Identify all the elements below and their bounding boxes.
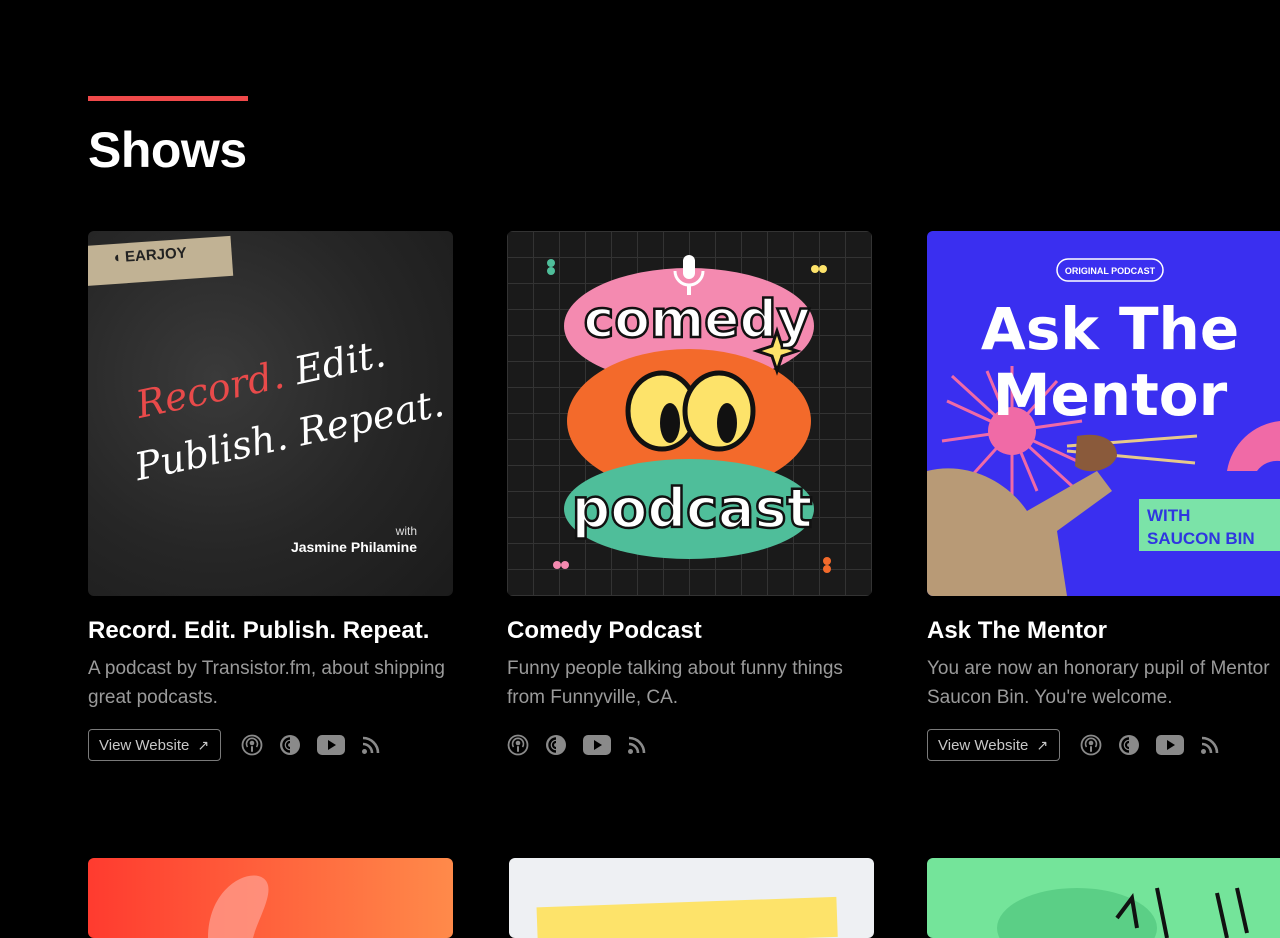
rss-icon[interactable]: [1200, 735, 1220, 755]
pocket-casts-icon[interactable]: [279, 734, 301, 756]
show-cover-art[interactable]: comedy podcast: [507, 231, 872, 596]
show-cover-art[interactable]: [509, 858, 874, 938]
cover-word-podcast: podcast: [572, 477, 813, 540]
show-cover-art[interactable]: [88, 858, 453, 938]
cover-with: with: [395, 524, 417, 538]
cover-badge: ORIGINAL PODCAST: [1065, 266, 1156, 276]
cover-title-line1: Ask The: [981, 295, 1239, 363]
cover-word-comedy: comedy: [583, 290, 810, 350]
cover-with-label: WITH: [1147, 506, 1190, 525]
arrow-up-right-icon: ↗: [197, 736, 210, 753]
view-website-button[interactable]: View Website ↗: [88, 729, 222, 761]
youtube-icon[interactable]: [583, 735, 611, 755]
platform-links: [1080, 734, 1220, 756]
show-description: You are now an honorary pupil of Mentor …: [927, 658, 1270, 708]
apple-podcasts-icon[interactable]: [507, 734, 529, 756]
show-actions: [507, 729, 647, 761]
cover-shape: [536, 896, 838, 938]
cover-shape: [208, 875, 269, 938]
show-description: Funny people talking about funny things …: [507, 658, 843, 708]
comedy-cover-illustration: comedy podcast: [547, 255, 831, 573]
show-description: A podcast by Transistor.fm, about shippi…: [88, 658, 445, 708]
show-cover-art[interactable]: ORIGINAL PODCAST Ask The Mentor WITH SAU…: [927, 231, 1280, 596]
page-title: Shows: [88, 122, 247, 178]
cover-host-name: SAUCON BIN: [1147, 529, 1255, 548]
pocket-casts-icon[interactable]: [545, 734, 567, 756]
show-cover-art[interactable]: ◖ EARJOY Record. Edit. Publish. Repeat. w…: [88, 231, 453, 596]
arrow-up-right-icon: ↗: [1036, 736, 1049, 753]
show-actions: View Website ↗: [927, 729, 1220, 761]
pocket-casts-icon[interactable]: [1118, 734, 1140, 756]
cover-shape: [997, 887, 1249, 938]
show-title[interactable]: Ask The Mentor: [927, 617, 1107, 645]
youtube-icon[interactable]: [317, 735, 346, 755]
ear-icon: ◖: [111, 248, 122, 267]
view-website-label: View Website: [99, 736, 190, 754]
apple-podcasts-icon[interactable]: [241, 734, 263, 756]
platform-links: [507, 734, 647, 756]
apple-podcasts-icon[interactable]: [1080, 734, 1102, 756]
accent-bar: [88, 96, 248, 101]
view-website-label: View Website: [938, 736, 1029, 754]
show-title[interactable]: Record. Edit. Publish. Repeat.: [88, 617, 429, 645]
platform-links: [241, 734, 381, 756]
show-actions: View Website ↗: [88, 729, 381, 761]
rss-icon[interactable]: [361, 735, 381, 755]
view-website-button[interactable]: View Website ↗: [927, 729, 1061, 761]
cover-host-name: Jasmine Philamine: [290, 539, 417, 555]
rss-icon[interactable]: [627, 735, 647, 755]
cover-word-record: Record.: [132, 352, 288, 427]
youtube-icon[interactable]: [1156, 735, 1185, 755]
cover-title-line2: Mentor: [993, 361, 1228, 429]
cover-word-edit: Edit.: [290, 331, 390, 394]
mentor-cover-illustration: ORIGINAL PODCAST Ask The Mentor WITH SAU…: [927, 258, 1280, 596]
show-title[interactable]: Comedy Podcast: [507, 617, 702, 645]
show-cover-art[interactable]: [927, 858, 1280, 938]
